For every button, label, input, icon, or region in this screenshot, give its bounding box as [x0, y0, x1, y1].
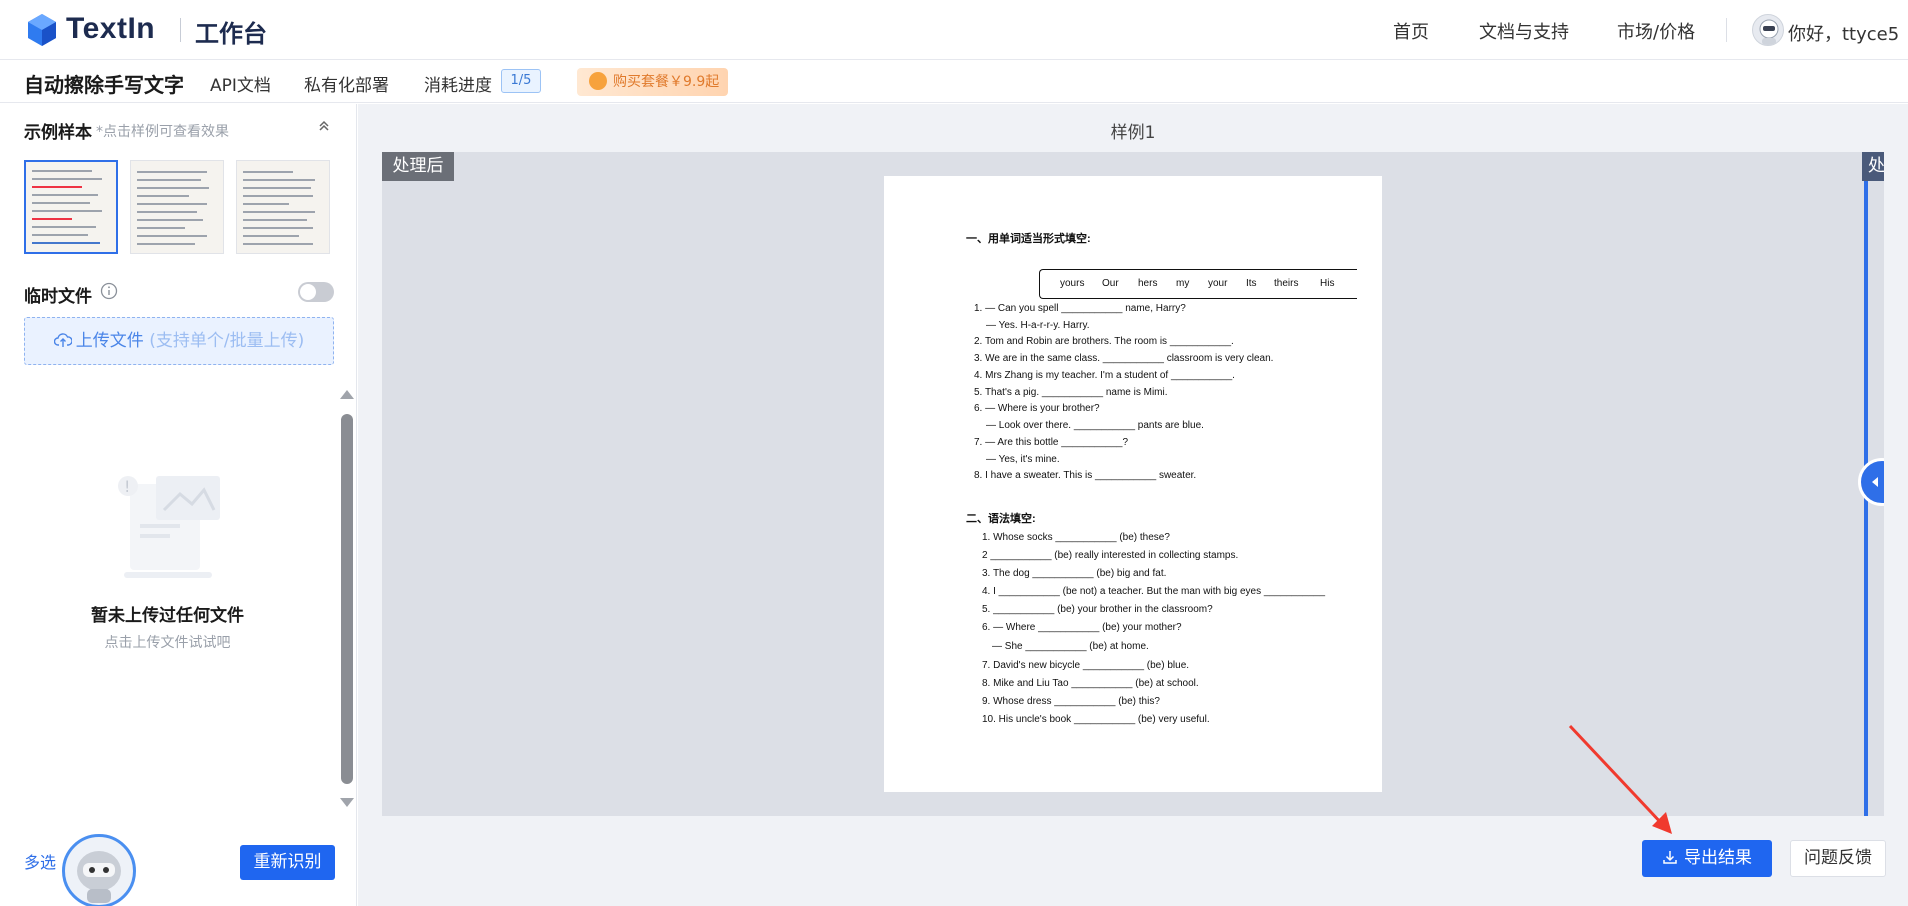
doc-line: — Yes, it's mine.	[986, 454, 1060, 465]
doc-line: — Look over there. ___________ pants are…	[986, 420, 1204, 431]
nav-home[interactable]: 首页	[1393, 18, 1429, 44]
samples-hint: *点击样例可查看效果	[96, 124, 229, 140]
doc-line: — Yes. H-a-r-r-y. Harry.	[986, 320, 1090, 331]
doc-line: 3. The dog ___________ (be) big and fat.	[982, 568, 1167, 579]
brand-name[interactable]: TextIn	[66, 12, 155, 46]
user-greeting[interactable]: 你好，ttyce5	[1788, 20, 1899, 46]
word-bank-item: Our	[1102, 278, 1119, 289]
temp-files-toggle[interactable]	[298, 282, 334, 302]
chevron-up-double-icon[interactable]	[316, 118, 332, 134]
document-page: 一、用单词适当形式填空: yours Our hers my your Its …	[884, 176, 1382, 792]
sample-thumbnail-2[interactable]	[130, 160, 224, 254]
doc-line: 8. Mike and Liu Tao ___________ (be) at …	[982, 678, 1199, 689]
nav-divider	[1726, 18, 1727, 42]
usage-progress-label[interactable]: 消耗进度	[424, 71, 492, 96]
export-result-button[interactable]: 导出结果	[1642, 840, 1772, 877]
buy-package-label: 购买套餐￥9.9起	[613, 74, 720, 90]
empty-state-illustration: !	[118, 476, 220, 578]
doc-line: 8. I have a sweater. This is ___________…	[974, 470, 1197, 481]
upload-note: (支持单个/批量上传)	[149, 331, 305, 351]
sample-thumbnail-1[interactable]	[24, 160, 118, 254]
doc-line: 6. — Where ___________ (be) your mother?	[982, 622, 1182, 633]
main-area: 样例1 处理后 一、用单词适当形式填空: yours Our hers my y…	[358, 104, 1908, 906]
doc-line: 1. Whose socks ___________ (be) these?	[982, 532, 1170, 543]
robot-avatar-icon	[1759, 19, 1779, 45]
svg-text:!: !	[124, 477, 130, 496]
upload-label: 上传文件	[75, 331, 144, 351]
doc-line: 7. David's new bicycle ___________ (be) …	[982, 660, 1190, 671]
word-bank-box: yours Our hers my your Its theirs His	[1039, 269, 1357, 299]
brand-divider	[180, 18, 181, 42]
doc-line: 2. Tom and Robin are brothers. The room …	[974, 336, 1234, 347]
doc-line: 9. Whose dress ___________ (be) this?	[982, 696, 1160, 707]
doc-line: 4. I ___________ (be not) a teacher. But…	[982, 586, 1326, 597]
word-bank-item: my	[1176, 278, 1190, 289]
word-bank-item: Its	[1246, 278, 1257, 289]
cloud-upload-icon	[53, 333, 73, 347]
empty-state-subtitle: 点击上传文件试试吧	[104, 635, 231, 651]
word-bank-item: hers	[1138, 278, 1158, 289]
word-bank-item: His	[1320, 278, 1335, 289]
samples-title: 示例样本	[24, 123, 92, 143]
doc-line: — She ___________ (be) at home.	[992, 641, 1149, 652]
download-icon	[1663, 851, 1677, 864]
feedback-button[interactable]: 问题反馈	[1790, 840, 1886, 877]
buy-package-button[interactable]: 购买套餐￥9.9起	[577, 68, 728, 96]
compare-drag-handle[interactable]	[1858, 458, 1884, 506]
word-bank-item: theirs	[1274, 278, 1299, 289]
user-avatar[interactable]	[1752, 14, 1784, 46]
word-bank-item: yours	[1060, 278, 1085, 289]
doc-line: 4. Mrs Zhang is my teacher. I'm a studen…	[974, 370, 1235, 381]
upload-file-button[interactable]: 上传文件 (支持单个/批量上传)	[24, 317, 334, 365]
sample-thumbnail-3[interactable]	[236, 160, 330, 254]
nav-docs-support[interactable]: 文档与支持	[1479, 18, 1569, 44]
info-icon[interactable]	[100, 282, 118, 300]
sample-title: 样例1	[1110, 123, 1156, 143]
gift-icon	[589, 72, 607, 90]
doc-line: 3. We are in the same class. ___________…	[974, 353, 1274, 364]
top-bar: TextIn 工作台 首页 文档与支持 市场/价格 你好，ttyce5	[0, 0, 1908, 60]
temp-files-title: 临时文件	[24, 287, 92, 307]
private-deploy-link[interactable]: 私有化部署	[304, 71, 389, 96]
doc-line: 5. That's a pig. ___________ name is Mim…	[974, 387, 1168, 398]
api-docs-link[interactable]: API文档	[210, 71, 271, 96]
doc-line: 6. — Where is your brother?	[974, 403, 1100, 414]
multi-select-link[interactable]: 多选	[24, 849, 56, 873]
scroll-up-arrow[interactable]	[340, 390, 354, 399]
tool-title: 自动擦除手写文字	[24, 73, 184, 97]
nav-market-pricing[interactable]: 市场/价格	[1617, 18, 1695, 44]
doc-line: 2 ___________ (be) really interested in …	[982, 550, 1239, 561]
export-result-label: 导出结果	[1684, 848, 1752, 868]
empty-state-title: 暂未上传过任何文件	[91, 606, 244, 626]
left-right-arrows-icon	[1872, 477, 1878, 487]
doc-section-1-title: 一、用单词适当形式填空:	[966, 233, 1091, 245]
compare-viewer[interactable]: 处理后 一、用单词适当形式填空: yours Our hers my your …	[382, 152, 1884, 816]
scrollbar-thumb[interactable]	[341, 414, 353, 784]
toggle-knob	[300, 284, 316, 300]
doc-section-2-title: 二、语法填空:	[966, 513, 1036, 525]
scroll-down-arrow[interactable]	[340, 798, 354, 807]
word-bank-item: your	[1208, 278, 1228, 289]
re-recognize-button[interactable]: 重新识别	[240, 845, 335, 880]
doc-line: 10. His uncle's book ___________ (be) ve…	[982, 714, 1210, 725]
left-panel: 示例样本 *点击样例可查看效果 临时文件 上传文件 (支持单个/批量上传) ! …	[0, 104, 357, 906]
textin-logo-icon[interactable]	[24, 12, 60, 48]
tool-bar: 自动擦除手写文字 API文档 私有化部署 消耗进度 1/5 购买套餐￥9.9起	[0, 61, 1908, 103]
doc-line: 7. — Are this bottle ___________?	[974, 437, 1129, 448]
usage-progress-badge: 1/5	[501, 69, 541, 93]
assistant-avatar[interactable]	[62, 834, 136, 906]
workspace-title: 工作台	[195, 20, 267, 48]
processed-badge: 处理后	[382, 152, 454, 181]
original-badge: 处	[1862, 152, 1884, 181]
doc-line: 5. ___________ (be) your brother in the …	[982, 604, 1213, 615]
doc-line: 1. — Can you spell ___________ name, Har…	[974, 303, 1186, 314]
robot-assistant-icon	[77, 851, 121, 903]
